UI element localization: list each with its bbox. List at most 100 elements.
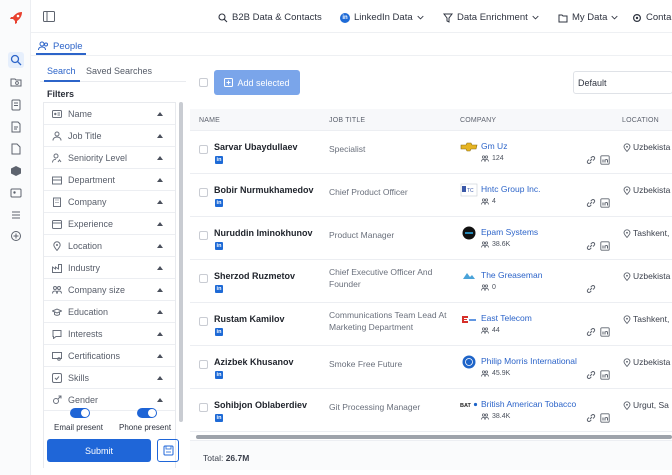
- rail-contacts-icon[interactable]: [8, 185, 24, 201]
- linkedin-icon[interactable]: in: [215, 199, 223, 207]
- table-row[interactable]: Rustam Kamilov in Communications Team Lead…: [190, 303, 672, 346]
- save-icon: [163, 445, 173, 456]
- filter-name[interactable]: Name: [44, 103, 175, 125]
- filter-education[interactable]: Education: [44, 301, 175, 323]
- search-icon: [218, 12, 228, 22]
- table-row[interactable]: Nuruddin Iminokhunov in Product Manager Epa…: [190, 217, 672, 260]
- row-checkbox[interactable]: [199, 403, 208, 412]
- rail-file-icon[interactable]: [8, 141, 24, 157]
- linkedin-icon[interactable]: in: [215, 371, 223, 379]
- row-checkbox[interactable]: [199, 145, 208, 154]
- submit-button[interactable]: Submit: [47, 439, 151, 462]
- caret-up-icon: [157, 244, 163, 248]
- linkedin-company-icon[interactable]: [600, 327, 610, 337]
- linkedin-company-icon[interactable]: [600, 241, 610, 251]
- company-name[interactable]: Epam Systems: [481, 227, 538, 237]
- company-name[interactable]: British American Tobacco: [481, 399, 576, 409]
- save-search-button[interactable]: [157, 439, 179, 462]
- table-horizontal-scrollbar[interactable]: [196, 435, 672, 439]
- person-name[interactable]: Sarvar Ubaydullaev: [214, 142, 298, 152]
- linkedin-icon[interactable]: in: [215, 242, 223, 250]
- table-row[interactable]: Sohibjon Oblaberdiev in Git Processing Man…: [190, 389, 672, 432]
- filter-location[interactable]: Location: [44, 235, 175, 257]
- add-selected-button[interactable]: Add selected: [214, 70, 300, 95]
- company-name[interactable]: East Telecom: [481, 313, 532, 323]
- filter-job-title[interactable]: Job Title: [44, 125, 175, 147]
- row-checkbox[interactable]: [199, 274, 208, 283]
- company-name[interactable]: Philip Morris International: [481, 356, 577, 366]
- person-name[interactable]: Bobir Nurmukhamedov: [214, 185, 314, 195]
- table-row[interactable]: Azizbek Khusanov in Smoke Free Future Phili…: [190, 346, 672, 389]
- sidebar-collapse-icon[interactable]: [43, 11, 55, 22]
- person-name[interactable]: Azizbek Khusanov: [214, 357, 294, 367]
- linkedin-company-icon[interactable]: [600, 155, 610, 165]
- column-job-title[interactable]: JOB TITLE: [329, 117, 365, 124]
- linkedin-icon[interactable]: in: [215, 285, 223, 293]
- website-link-icon[interactable]: [586, 198, 596, 208]
- rocket-logo-icon[interactable]: [8, 10, 24, 26]
- tab-search[interactable]: Search: [47, 66, 76, 76]
- website-link-icon[interactable]: [586, 370, 596, 380]
- table-row[interactable]: Bobir Nurmukhamedov in Chief Product Offic…: [190, 174, 672, 217]
- employee-count: 4: [481, 198, 496, 205]
- filter-skills[interactable]: Skills: [44, 367, 175, 389]
- person-name[interactable]: Nuruddin Iminokhunov: [214, 228, 313, 238]
- row-checkbox[interactable]: [199, 231, 208, 240]
- column-location[interactable]: LOCATION: [622, 117, 659, 124]
- table-row[interactable]: Sarvar Ubaydullaev in Specialist Gm Uz 124 Uz…: [190, 131, 672, 174]
- row-checkbox[interactable]: [199, 188, 208, 197]
- nav-contacts[interactable]: Conta: [632, 12, 671, 23]
- person-name[interactable]: Sohibjon Oblaberdiev: [214, 400, 307, 410]
- caret-up-icon: [157, 266, 163, 270]
- linkedin-icon[interactable]: in: [215, 328, 223, 336]
- nav-my-data[interactable]: My Data: [558, 12, 618, 23]
- rail-add-circle-icon[interactable]: [8, 228, 24, 244]
- rail-file-list-icon[interactable]: [8, 119, 24, 135]
- person-name[interactable]: Rustam Kamilov: [214, 314, 285, 324]
- filter-company-size[interactable]: Company size: [44, 279, 175, 301]
- filter-seniority-level[interactable]: Seniority Level: [44, 147, 175, 169]
- rail-box-icon[interactable]: [8, 163, 24, 179]
- tab-people[interactable]: People: [38, 38, 83, 54]
- select-all-checkbox[interactable]: [199, 78, 208, 87]
- website-link-icon[interactable]: [586, 327, 596, 337]
- table-row[interactable]: Sherzod Ruzmetov in Chief Executive Office…: [190, 260, 672, 303]
- linkedin-company-icon[interactable]: [600, 198, 610, 208]
- linkedin-company-icon[interactable]: [600, 370, 610, 380]
- row-checkbox[interactable]: [199, 317, 208, 326]
- company-name[interactable]: Gm Uz: [481, 141, 507, 151]
- column-company[interactable]: COMPANY: [460, 117, 496, 124]
- linkedin-company-icon[interactable]: [600, 413, 610, 423]
- rail-search-icon[interactable]: [8, 52, 24, 68]
- company-name[interactable]: Hntc Group Inc.: [481, 184, 541, 194]
- website-link-icon[interactable]: [586, 284, 596, 294]
- website-link-icon[interactable]: [586, 241, 596, 251]
- filter-certifications[interactable]: Certifications: [44, 345, 175, 367]
- phone-present-toggle[interactable]: [137, 408, 157, 418]
- sort-select[interactable]: Default: [573, 71, 672, 94]
- row-checkbox[interactable]: [199, 360, 208, 369]
- filter-industry[interactable]: Industry: [44, 257, 175, 279]
- nav-linkedin-data[interactable]: in LinkedIn Data: [340, 12, 424, 23]
- tab-saved-searches[interactable]: Saved Searches: [86, 66, 152, 76]
- filter-interests[interactable]: Interests: [44, 323, 175, 345]
- table-footer: Total: 26.7M: [190, 440, 672, 470]
- website-link-icon[interactable]: [586, 413, 596, 423]
- nav-data-enrichment[interactable]: Data Enrichment: [443, 12, 539, 23]
- person-name[interactable]: Sherzod Ruzmetov: [214, 271, 295, 281]
- website-link-icon[interactable]: [586, 155, 596, 165]
- column-name[interactable]: NAME: [199, 117, 220, 124]
- linkedin-icon[interactable]: in: [215, 414, 223, 422]
- rail-folder-search-icon[interactable]: [8, 74, 24, 90]
- email-present-toggle[interactable]: [70, 408, 90, 418]
- company-name[interactable]: The Greaseman: [481, 270, 542, 280]
- rail-document-icon[interactable]: [8, 97, 24, 113]
- filter-experience[interactable]: Experience: [44, 213, 175, 235]
- nav-b2b-data[interactable]: B2B Data & Contacts: [218, 12, 322, 23]
- filter-department[interactable]: Department: [44, 169, 175, 191]
- filter-scrollbar[interactable]: [179, 102, 183, 422]
- linkedin-icon[interactable]: in: [215, 156, 223, 164]
- divider: [31, 55, 672, 56]
- rail-list-icon[interactable]: [8, 207, 24, 223]
- filter-company[interactable]: Company: [44, 191, 175, 213]
